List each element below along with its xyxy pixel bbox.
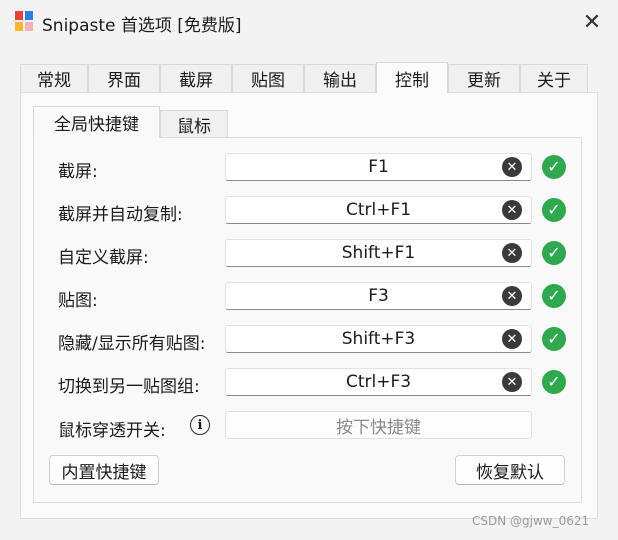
check-circle-icon: ✓ [542, 327, 566, 351]
tab-interface[interactable]: 界面 [88, 64, 160, 92]
close-icon: ✕ [582, 9, 602, 35]
builtin-hotkeys-button[interactable]: 内置快捷键 [49, 455, 159, 485]
shortcut-label-switch-group: 切换到另一贴图组: [58, 377, 200, 397]
snipaste-logo-icon [15, 11, 33, 31]
shortcut-field-toggle-pastes[interactable]: Shift+F3 [225, 325, 532, 353]
shortcut-label-paste: 贴图: [58, 291, 98, 311]
check-circle-icon: ✓ [542, 370, 566, 394]
check-circle-icon: ✓ [542, 284, 566, 308]
subtab-mouse[interactable]: 鼠标 [160, 110, 228, 138]
shortcut-field-custom-capture[interactable]: Shift+F1 [225, 239, 532, 267]
clear-icon[interactable]: ✕ [502, 243, 522, 263]
sub-tab-bar: 全局快捷键 鼠标 [33, 106, 228, 138]
check-circle-icon: ✓ [542, 241, 566, 265]
hotkeys-panel [33, 137, 582, 503]
clear-icon[interactable]: ✕ [502, 329, 522, 349]
tab-general[interactable]: 常规 [20, 64, 88, 92]
close-button[interactable]: ✕ [570, 4, 614, 40]
main-tab-bar: 常规 界面 截屏 贴图 输出 控制 更新 关于 [20, 62, 588, 93]
shortcut-label-toggle-pastes: 隐藏/显示所有贴图: [58, 334, 206, 354]
mouse-passthrough-label: 鼠标穿透开关: [58, 421, 166, 441]
shortcut-label-custom-capture: 自定义截屏: [58, 248, 149, 268]
clear-icon[interactable]: ✕ [502, 157, 522, 177]
tab-output[interactable]: 输出 [304, 64, 376, 92]
title-bar: Snipaste 首选项 [免费版] ✕ [0, 0, 618, 46]
shortcut-field-switch-group[interactable]: Ctrl+F3 [225, 368, 532, 396]
window-title: Snipaste 首选项 [免费版] [42, 16, 242, 36]
restore-defaults-button[interactable]: 恢复默认 [455, 455, 565, 485]
check-circle-icon: ✓ [542, 198, 566, 222]
mouse-passthrough-field[interactable]: 按下快捷键 [225, 411, 532, 439]
check-circle-icon: ✓ [542, 155, 566, 179]
info-icon[interactable]: i [190, 415, 210, 435]
tab-about[interactable]: 关于 [520, 64, 588, 92]
clear-icon[interactable]: ✕ [502, 286, 522, 306]
clear-icon[interactable]: ✕ [502, 372, 522, 392]
watermark: CSDN @gjww_0621 [472, 514, 590, 528]
tab-paste[interactable]: 贴图 [232, 64, 304, 92]
tab-capture[interactable]: 截屏 [160, 64, 232, 92]
shortcut-field-capture[interactable]: F1 [225, 153, 532, 181]
shortcut-label-capture: 截屏: [58, 162, 98, 182]
clear-icon[interactable]: ✕ [502, 200, 522, 220]
tab-update[interactable]: 更新 [448, 64, 520, 92]
shortcut-label-capture-copy: 截屏并自动复制: [58, 205, 183, 225]
subtab-global-hotkeys[interactable]: 全局快捷键 [33, 106, 160, 138]
preferences-window: Snipaste 首选项 [免费版] ✕ 常规 界面 截屏 贴图 输出 控制 更… [0, 0, 618, 540]
shortcut-field-paste[interactable]: F3 [225, 282, 532, 310]
shortcut-field-capture-copy[interactable]: Ctrl+F1 [225, 196, 532, 224]
tab-control[interactable]: 控制 [376, 62, 448, 93]
